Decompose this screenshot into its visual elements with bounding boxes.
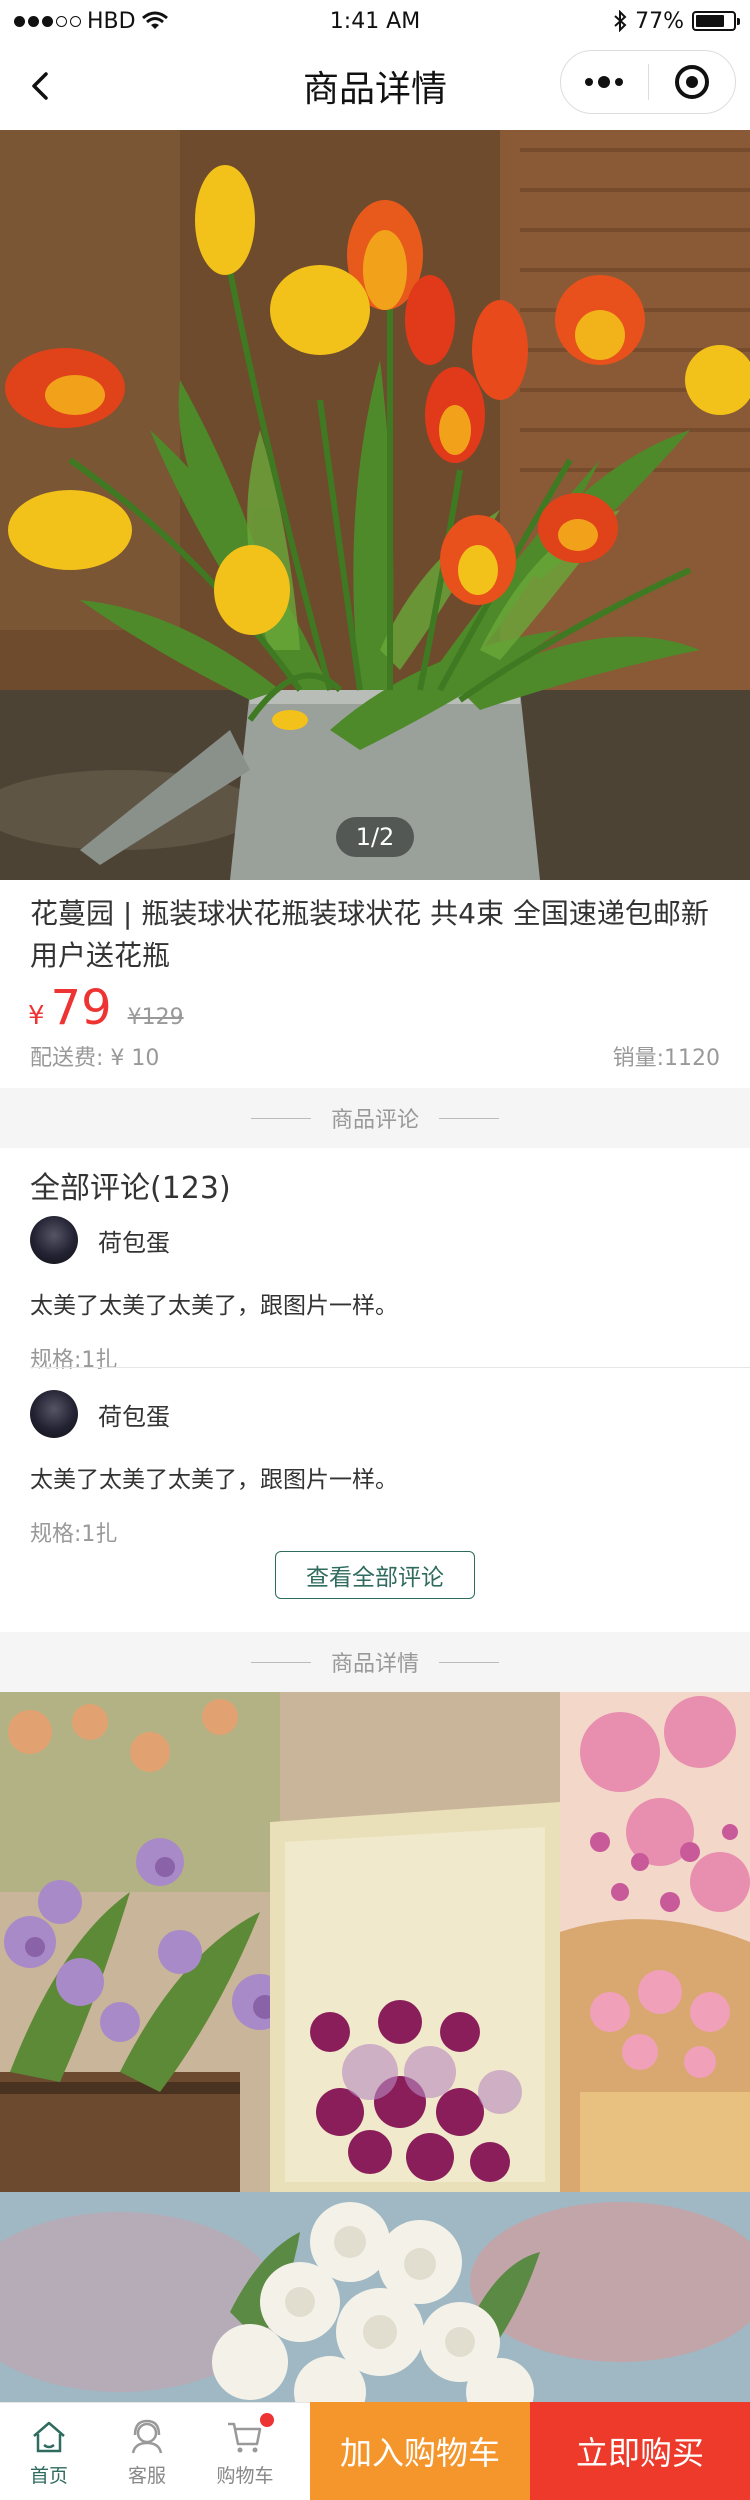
- battery-percent: 77%: [635, 8, 684, 34]
- currency-symbol: ¥: [28, 1001, 45, 1031]
- review-divider: [30, 1367, 750, 1368]
- review-item: 荷包蛋 太美了太美了太美了，跟图片一样。 规格:1扎: [30, 1214, 750, 1374]
- more-button[interactable]: [561, 51, 648, 113]
- review-spec: 规格:1扎: [30, 1348, 118, 1373]
- detail-image-roses: [0, 2192, 750, 2402]
- customer-service-icon: [131, 2419, 163, 2453]
- review-username: 荷包蛋: [98, 1402, 170, 1431]
- avatar: [30, 1390, 78, 1438]
- shipping-sales-row: 配送费: ¥ 10 销量:1120: [30, 1040, 720, 1072]
- add-to-cart-button[interactable]: 加入购物车: [310, 2402, 530, 2500]
- product-image-carousel[interactable]: [0, 130, 750, 880]
- reviews-section-header: 商品评论: [0, 1088, 750, 1148]
- status-left: HBD: [14, 9, 168, 34]
- detail-image-flowers: [0, 1692, 750, 2192]
- tab-cart[interactable]: 购物车: [196, 2403, 294, 2500]
- all-reviews-title[interactable]: 全部评论(123): [30, 1163, 231, 1207]
- details-section-header: 商品详情: [0, 1632, 750, 1692]
- review-text: 太美了太美了太美了，跟图片一样。: [30, 1467, 398, 1493]
- sales-count: 销量:1120: [612, 1046, 720, 1071]
- white-roses-image: [0, 2192, 750, 2402]
- signal-icon: [14, 15, 81, 27]
- review-username: 荷包蛋: [98, 1228, 170, 1257]
- tab-home[interactable]: 首页: [0, 2403, 98, 2500]
- current-price: 79: [50, 980, 112, 1036]
- product-title: 花蔓园 | 瓶装球状花瓶装球状花 共4束 全国速递包邮新用户送花瓶: [30, 897, 709, 972]
- carousel-indicator: 1/2: [336, 817, 414, 857]
- review-item: 荷包蛋 太美了太美了太美了，跟图片一样。 规格:1扎: [30, 1388, 750, 1548]
- nav-bar: 商品详情: [0, 42, 750, 130]
- shipping-fee: 配送费: ¥ 10: [30, 1046, 160, 1071]
- avatar: [30, 1216, 78, 1264]
- tab-service-label: 客服: [127, 2464, 166, 2487]
- home-icon: [33, 2421, 65, 2452]
- original-price: ¥129: [127, 1005, 184, 1030]
- tab-service[interactable]: 客服: [98, 2403, 196, 2500]
- buy-now-button[interactable]: 立即购买: [530, 2402, 750, 2500]
- battery-icon: [692, 11, 740, 31]
- review-spec: 规格:1扎: [30, 1522, 118, 1547]
- bluetooth-icon: [614, 10, 627, 32]
- price-row: ¥ 79 ¥129: [28, 980, 184, 1036]
- status-right: 77%: [613, 8, 740, 34]
- tulips-image: [0, 130, 750, 880]
- flower-shop-image: [0, 1692, 750, 2192]
- back-icon[interactable]: [24, 68, 60, 104]
- target-icon: [674, 65, 709, 99]
- carrier-label: HBD: [87, 8, 136, 34]
- page-title: 商品详情: [302, 69, 447, 110]
- status-bar: HBD 1:41 AM 77%: [0, 0, 750, 42]
- review-user: 荷包蛋: [30, 1388, 750, 1440]
- tab-home-label: 首页: [29, 2464, 68, 2487]
- view-all-reviews-button[interactable]: 查看全部评论: [275, 1551, 475, 1599]
- review-user: 荷包蛋: [30, 1214, 750, 1266]
- reviews-section-label: 商品评论: [330, 1108, 419, 1133]
- more-icon: [585, 76, 624, 88]
- cart-badge: [260, 2413, 274, 2427]
- close-mini-program-button[interactable]: [649, 51, 736, 113]
- shopping-cart-icon: [228, 2422, 262, 2452]
- review-text: 太美了太美了太美了，跟图片一样。: [30, 1293, 398, 1319]
- details-section-label: 商品详情: [330, 1652, 419, 1677]
- wifi-icon: [141, 11, 168, 29]
- mini-program-capsule: [560, 50, 736, 114]
- tab-cart-label: 购物车: [216, 2464, 274, 2487]
